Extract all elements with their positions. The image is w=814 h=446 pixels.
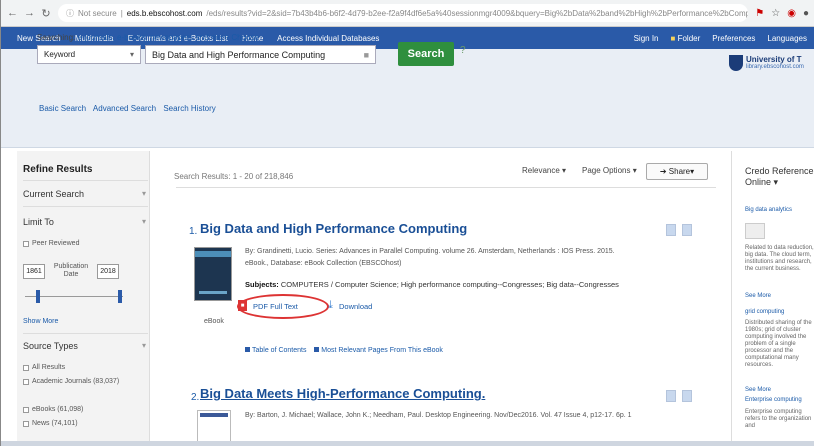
divider [23,180,148,181]
info-icon[interactable]: ⓘ [66,8,74,19]
result-authors: By: Barton, J. Michael; Wallace, John K.… [245,412,632,419]
source-types-label[interactable]: Source Types [23,341,78,351]
source-news[interactable]: News (74,101) [23,420,78,427]
url-host: eds.b.ebscohost.com [126,8,203,18]
refine-title: Refine Results [23,164,93,175]
preview-icon[interactable] [666,390,676,402]
searching-line: Searching: e-journals, e-books, newspape… [37,33,259,42]
folder-add-icon[interactable] [682,224,692,236]
browser-window: ← → ↻ ⓘ Not secure | eds.b.ebscohost.com… [0,0,814,446]
most-relevant-pages-link[interactable]: Most Relevant Pages From This eBook [321,347,443,354]
search-button[interactable]: Search [398,42,454,66]
result-number: 2. [191,392,200,403]
back-arrow-icon[interactable]: ← [7,7,18,19]
nav-folder[interactable]: ■ Folder [671,34,701,43]
result-title-link[interactable]: Big Data Meets High-Performance Computin… [200,386,485,401]
divider [23,206,148,207]
credo-reference-title: Credo Reference Online ▾ [745,166,814,187]
credo-snippet: Related to data reduction, big data. The… [745,245,814,272]
star-icon[interactable]: ☆ [771,8,780,19]
slider-handle-left[interactable] [36,290,40,303]
results-count: Search Results: 1 - 20 of 218,846 [174,172,294,181]
credo-topic-link[interactable]: Big data analytics [745,207,792,213]
result-tools [666,224,692,236]
chevron-down-icon[interactable]: ▾ [142,341,146,350]
page-options-dropdown[interactable]: Page Options ▾ [582,166,637,175]
crest-icon [729,55,743,71]
choose-link[interactable]: Choose [231,33,259,42]
divider [176,187,716,188]
result-tools [666,390,692,402]
pdf-icon: ■ [238,300,247,311]
preview-icon[interactable] [666,224,676,236]
credo-thumbnail[interactable] [745,223,765,239]
result-number: 1. [189,226,198,237]
credo-snippet: Distributed sharing of the 1980s; grid o… [745,320,812,368]
url-path: /eds/results?vid=2&sid=7b43b4b6-b6f2-4d7… [206,8,749,18]
search-links: Basic Search Advanced Search Search Hist… [39,104,221,113]
result-extra-links: Table of Contents Most Relevant Pages Fr… [245,347,443,354]
pdf-full-text-link[interactable]: PDF Full Text [253,302,298,311]
search-field-select[interactable]: Keyword ▾ [37,45,141,64]
search-scope-link[interactable]: e-journals, e-books, newspapers and more [77,33,229,42]
share-icon: ➔ [659,167,667,176]
address-bar-area: ← → ↻ ⓘ Not secure | eds.b.ebscohost.com… [1,0,814,27]
credo-snippet: Enterprise computing refers to the organ… [745,409,812,429]
ebook-cover[interactable] [194,247,232,301]
nav-languages[interactable]: Languages [767,34,807,43]
download-link[interactable]: Download [339,302,372,311]
credo-see-more-link[interactable]: See More [745,293,771,299]
help-icon[interactable]: ? [460,45,466,56]
result-subjects: Subjects: COMPUTERS / Computer Science; … [245,280,619,289]
forward-arrow-icon[interactable]: → [24,7,35,19]
nav-preferences[interactable]: Preferences [712,34,755,43]
result-title-link[interactable]: Big Data and High Performance Computing [200,221,467,236]
credo-see-more-link[interactable]: See More [745,387,771,393]
source-ebooks[interactable]: eBooks (61,098) [23,406,83,413]
chevron-down-icon[interactable]: ▾ [142,217,146,226]
credo-topic-link[interactable]: grid computing [745,309,784,315]
url-field[interactable]: ⓘ Not secure | eds.b.ebscohost.com /eds/… [58,4,749,22]
pages-icon [314,347,320,352]
source-all-results[interactable]: All Results [23,364,65,371]
key-icon[interactable]: ⚑ [755,8,764,19]
result-database: eBook., Database: eBook Collection (EBSC… [245,260,402,267]
publication-date-label: Publication Date [53,263,89,278]
toc-icon [245,347,250,352]
not-secure-label: Not secure [78,8,117,18]
profile-icon[interactable]: ● [803,8,809,19]
date-to-input[interactable]: 2018 [97,264,119,279]
show-more-link[interactable]: Show More [23,318,58,325]
extension-icon[interactable]: ◉ [787,8,796,19]
divider [23,333,148,334]
ebook-type-label: eBook [204,318,224,325]
chevron-down-icon: ▾ [129,50,134,59]
horizontal-scrollbar[interactable] [1,441,814,446]
advanced-search-link[interactable]: Advanced Search [93,104,156,113]
chevron-down-icon[interactable]: ▾ [142,189,146,198]
search-input[interactable]: Big Data and High Performance Computing … [145,45,376,64]
limit-to-label[interactable]: Limit To [23,217,54,227]
reload-icon[interactable]: ↻ [41,7,51,20]
search-history-link[interactable]: Search History [163,104,215,113]
institution-logo[interactable]: University of T library.ebscohost.com [729,55,814,71]
credo-topic-link[interactable]: Enterprise computing [745,397,802,403]
peer-reviewed-checkbox[interactable]: Peer Reviewed [23,240,79,247]
nav-sign-in[interactable]: Sign In [634,34,659,43]
folder-add-icon[interactable] [682,390,692,402]
sort-dropdown[interactable]: Relevance ▾ [522,166,566,175]
source-academic-journals[interactable]: Academic Journals (83,037) [23,378,133,385]
date-from-input[interactable]: 1861 [23,264,45,279]
current-search-label[interactable]: Current Search [23,189,84,199]
slider-handle-right[interactable] [118,290,122,303]
table-of-contents-link[interactable]: Table of Contents [252,347,306,354]
share-button[interactable]: ➔ Share ▾ [646,163,708,180]
basic-search-link[interactable]: Basic Search [39,104,86,113]
result-authors: By: Grandinetti, Lucio. Series: Advances… [245,248,615,255]
download-icon: ⤓ [328,299,333,311]
folder-icon: ■ [670,33,676,43]
nav-access-databases[interactable]: Access Individual Databases [277,34,379,43]
clear-icon[interactable]: ■ [364,50,369,60]
